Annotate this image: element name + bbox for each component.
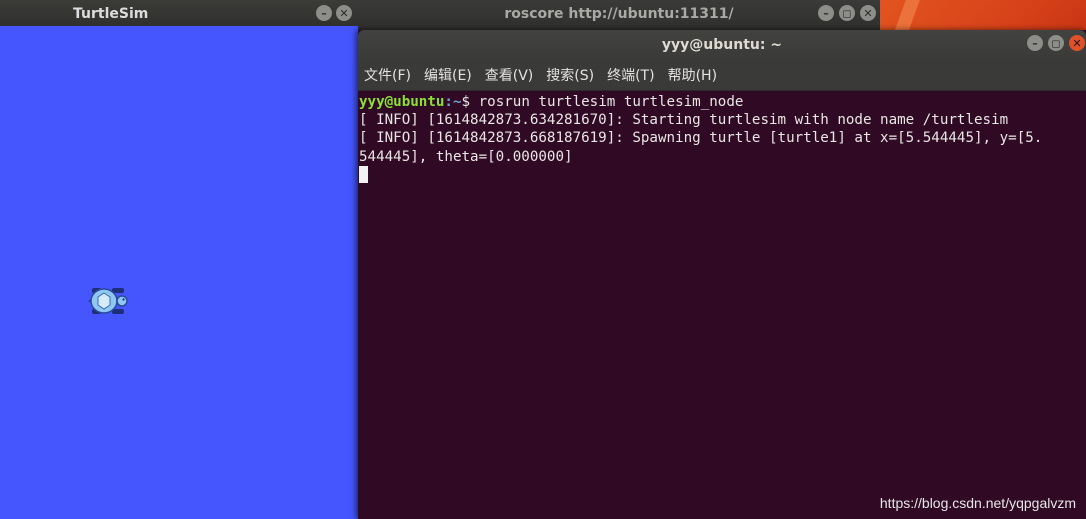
terminal-titlebar[interactable]: yyy@ubuntu: ~ – ◻ ✕ <box>358 30 1086 60</box>
menu-edit[interactable]: 编辑(E) <box>424 65 472 85</box>
menu-help[interactable]: 帮助(H) <box>668 65 717 85</box>
roscore-close-button[interactable]: ✕ <box>860 5 876 21</box>
terminal-output-line: [ INFO] [1614842873.634281670]: Starting… <box>359 112 1009 129</box>
menu-file[interactable]: 文件(F) <box>364 65 411 85</box>
turtlesim-window-titlebar[interactable]: TurtleSim – ✕ <box>0 0 358 28</box>
prompt-path: :~ <box>444 94 462 110</box>
turtle-icon <box>88 288 128 314</box>
roscore-window-titlebar[interactable]: roscore http://ubuntu:11311/ – ◻ ✕ <box>358 0 880 28</box>
roscore-maximize-button[interactable]: ◻ <box>839 5 855 21</box>
menu-view[interactable]: 查看(V) <box>485 65 534 85</box>
turtlesim-minimize-button[interactable]: – <box>316 5 332 21</box>
prompt-symbol: $ <box>461 94 479 110</box>
terminal-window[interactable]: yyy@ubuntu: ~ – ◻ ✕ 文件(F) 编辑(E) 查看(V) 搜索… <box>358 30 1086 519</box>
terminal-cursor-line <box>359 165 1086 184</box>
terminal-output-line: [ INFO] [1614842873.668187619]: Spawning… <box>359 130 1043 147</box>
menu-terminal[interactable]: 终端(T) <box>607 65 654 85</box>
terminal-minimize-button[interactable]: – <box>1027 35 1043 51</box>
terminal-command: rosrun turtlesim turtlesim_node <box>478 94 744 110</box>
terminal-maximize-button[interactable]: ◻ <box>1048 35 1064 51</box>
terminal-menubar: 文件(F) 编辑(E) 查看(V) 搜索(S) 终端(T) 帮助(H) <box>358 60 1086 91</box>
turtlesim-window-title: TurtleSim <box>73 6 149 22</box>
turtlesim-canvas <box>0 26 358 519</box>
turtlesim-close-button[interactable]: ✕ <box>336 5 352 21</box>
terminal-cursor <box>359 165 368 183</box>
roscore-window-title: roscore http://ubuntu:11311/ <box>504 6 734 22</box>
terminal-output-area[interactable]: yyy@ubuntu:~$ rosrun turtlesim turtlesim… <box>358 91 1086 184</box>
prompt-user: yyy@ubuntu <box>359 94 445 110</box>
watermark: https://blog.csdn.net/yqpgalvzm <box>879 495 1076 511</box>
menu-search[interactable]: 搜索(S) <box>546 65 594 85</box>
roscore-minimize-button[interactable]: – <box>818 5 834 21</box>
terminal-close-button[interactable]: ✕ <box>1069 35 1085 51</box>
terminal-command-line: yyy@ubuntu:~$ rosrun turtlesim turtlesim… <box>359 93 1086 111</box>
terminal-output-line: 544445], theta=[0.000000] <box>359 148 573 165</box>
terminal-title: yyy@ubuntu: ~ <box>661 37 783 53</box>
